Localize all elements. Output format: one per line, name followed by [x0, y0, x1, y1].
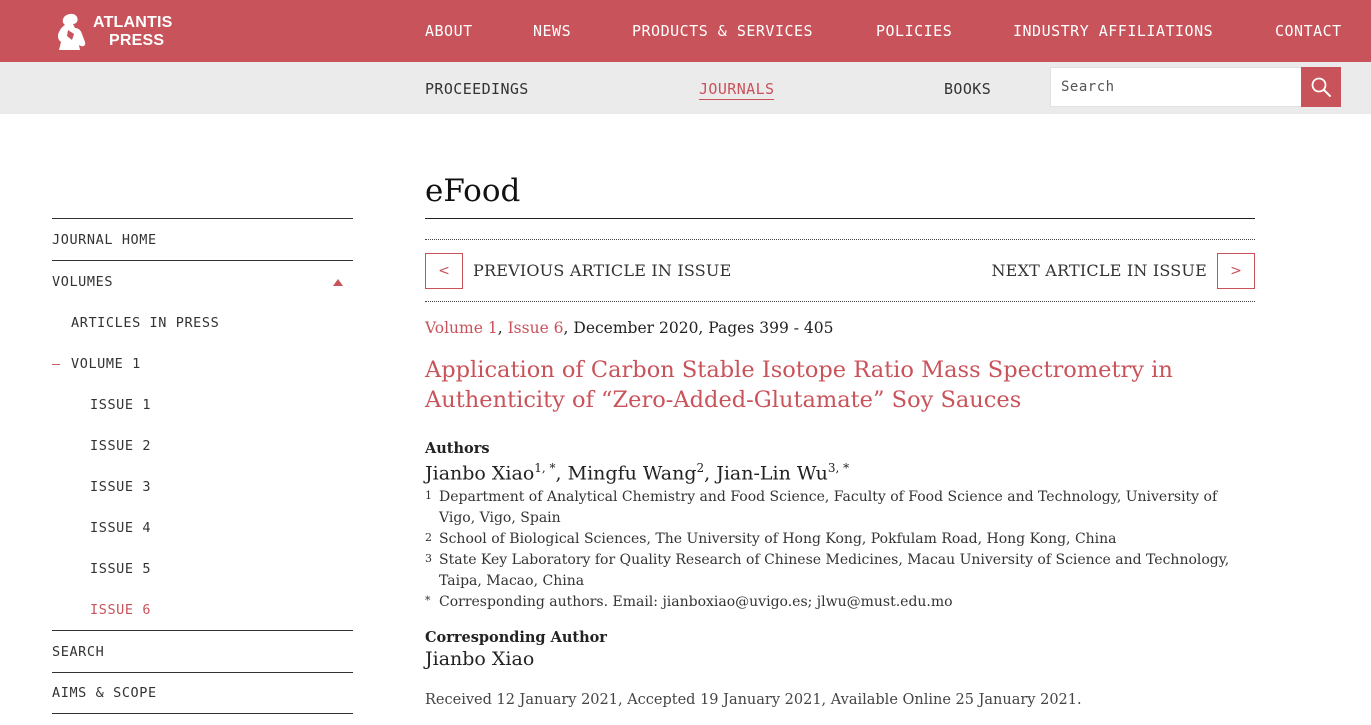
- author-sep: ,: [704, 462, 717, 485]
- author-name[interactable]: Jianbo Xiao: [425, 462, 534, 484]
- author-name[interactable]: Jian-Lin Wu: [716, 462, 828, 484]
- affiliation-number: 1: [425, 489, 432, 503]
- affiliation-text: Corresponding authors. Email: jianboxiao…: [439, 594, 953, 611]
- sidebar-issue-6[interactable]: ISSUE 6: [52, 589, 353, 630]
- sidebar-issue-3[interactable]: ISSUE 3: [52, 466, 353, 507]
- issue-link[interactable]: Issue 6: [508, 319, 564, 337]
- sidebar-issue-2[interactable]: ISSUE 2: [52, 425, 353, 466]
- top-header: ATLANTIS PRESS ABOUT NEWS PRODUCTS & SER…: [0, 0, 1371, 62]
- article-main: eFood < PREVIOUS ARTICLE IN ISSUE NEXT A…: [425, 170, 1255, 708]
- sidebar-volumes-label: VOLUMES: [52, 273, 114, 290]
- sidebar-aims-scope[interactable]: AIMS & SCOPE: [52, 672, 353, 714]
- author-sup: 1, *: [534, 461, 556, 475]
- volume-link[interactable]: Volume 1: [425, 319, 498, 337]
- affiliation-item: 3 State Key Laboratory for Quality Resea…: [425, 550, 1255, 592]
- main-nav: ABOUT NEWS PRODUCTS & SERVICES POLICIES …: [0, 0, 1371, 62]
- volume-line: Volume 1, Issue 6, December 2020, Pages …: [425, 319, 1255, 337]
- nav-about[interactable]: ABOUT: [425, 22, 473, 40]
- volume-details: , December 2020, Pages 399 - 405: [563, 319, 834, 337]
- sidebar-issue-4[interactable]: ISSUE 4: [52, 507, 353, 548]
- sidebar-volume-1-label: VOLUME 1: [71, 355, 141, 372]
- affiliation-item: * Corresponding authors. Email: jianboxi…: [425, 592, 1255, 613]
- affiliation-number: 3: [425, 552, 432, 566]
- author-sep: ,: [555, 462, 568, 485]
- sidebar-volume-1[interactable]: – VOLUME 1: [52, 343, 353, 384]
- author-name[interactable]: Mingfu Wang: [568, 462, 697, 484]
- search-input[interactable]: [1050, 67, 1302, 107]
- authors-label: Authors: [425, 440, 490, 457]
- sidebar-journal-home[interactable]: JOURNAL HOME: [52, 218, 353, 260]
- collapse-triangle-icon[interactable]: [333, 279, 343, 286]
- prev-article-button[interactable]: <: [425, 253, 463, 289]
- subnav-journals[interactable]: JOURNALS: [699, 80, 775, 100]
- affiliation-item: 2 School of Biological Sciences, The Uni…: [425, 529, 1255, 550]
- affiliation-text: Department of Analytical Chemistry and F…: [439, 489, 1218, 527]
- subnav-books[interactable]: BOOKS: [944, 80, 991, 98]
- article-dates: Received 12 January 2021, Accepted 19 Ja…: [425, 692, 1082, 709]
- nav-contact[interactable]: CONTACT: [1275, 22, 1342, 40]
- journal-sidebar: JOURNAL HOME VOLUMES ARTICLES IN PRESS –…: [52, 218, 353, 714]
- sidebar-articles-in-press[interactable]: ARTICLES IN PRESS: [52, 302, 353, 343]
- subnav-proceedings[interactable]: PROCEEDINGS: [425, 80, 529, 98]
- nav-news[interactable]: NEWS: [533, 22, 571, 40]
- affiliation-text: State Key Laboratory for Quality Researc…: [439, 552, 1230, 590]
- corresponding-author-label: Corresponding Author: [425, 629, 607, 647]
- author-sup: 3, *: [827, 461, 850, 475]
- affiliation-number: 2: [425, 531, 432, 545]
- sidebar-volumes[interactable]: VOLUMES: [52, 260, 353, 302]
- corresponding-author-name[interactable]: Jianbo Xiao: [425, 648, 1255, 670]
- search-button[interactable]: [1301, 67, 1341, 107]
- nav-policies[interactable]: POLICIES: [876, 22, 952, 40]
- sidebar-search[interactable]: SEARCH: [52, 630, 353, 672]
- article-pager: < PREVIOUS ARTICLE IN ISSUE NEXT ARTICLE…: [425, 239, 1255, 302]
- author-sup: 2: [696, 461, 705, 475]
- next-article-link[interactable]: NEXT ARTICLE IN ISSUE: [991, 261, 1207, 280]
- nav-industry-affiliations[interactable]: INDUSTRY AFFILIATIONS: [1013, 22, 1213, 40]
- expanded-dash-icon: –: [52, 355, 61, 372]
- sub-nav: PROCEEDINGS JOURNALS BOOKS: [0, 62, 1371, 114]
- journal-title: eFood: [425, 170, 1255, 219]
- next-article-button[interactable]: >: [1217, 253, 1255, 289]
- sidebar-issue-5[interactable]: ISSUE 5: [52, 548, 353, 589]
- authors-list: Jianbo Xiao1, *, Mingfu Wang2, Jian-Lin …: [425, 461, 1255, 484]
- affiliation-text: School of Biological Sciences, The Unive…: [439, 531, 1117, 548]
- article-title: Application of Carbon Stable Isotope Rat…: [425, 357, 1173, 413]
- nav-products-services[interactable]: PRODUCTS & SERVICES: [632, 22, 813, 40]
- search-icon: [1311, 77, 1331, 97]
- volume-sep: ,: [497, 319, 508, 337]
- affiliations: 1 Department of Analytical Chemistry and…: [425, 487, 1255, 613]
- affiliation-number: *: [425, 594, 431, 608]
- prev-article-link[interactable]: PREVIOUS ARTICLE IN ISSUE: [473, 261, 732, 280]
- chevron-right-icon: >: [1230, 263, 1242, 279]
- chevron-left-icon: <: [438, 263, 450, 279]
- sidebar-issue-1[interactable]: ISSUE 1: [52, 384, 353, 425]
- affiliation-item: 1 Department of Analytical Chemistry and…: [425, 487, 1255, 529]
